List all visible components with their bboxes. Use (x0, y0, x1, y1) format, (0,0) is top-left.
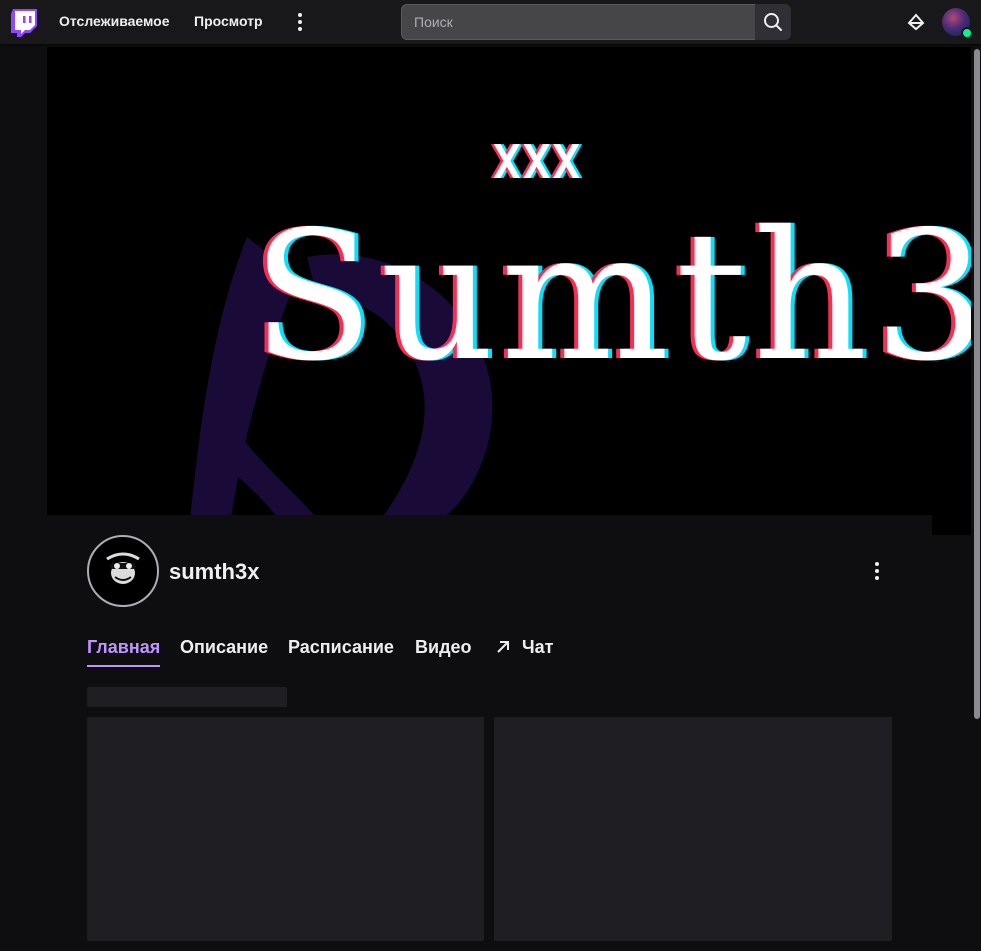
external-arrow-icon[interactable] (496, 640, 510, 654)
active-tab-underline (87, 665, 160, 667)
search-input[interactable] (401, 4, 755, 40)
loading-placeholder-card (87, 717, 484, 941)
prime-crown-icon[interactable] (907, 13, 925, 31)
more-vertical-icon[interactable] (291, 12, 309, 32)
top-navigation: Отслеживаемое Просмотр (0, 0, 981, 44)
banner-big-text: Sumth3x (252, 193, 971, 400)
channel-avatar[interactable] (87, 535, 159, 607)
loading-placeholder-card (494, 717, 892, 941)
tab-about[interactable]: Описание (180, 636, 268, 658)
tab-chat[interactable]: Чат (522, 636, 553, 658)
banner-small-text: XXX (493, 135, 583, 189)
twitch-logo-icon[interactable] (11, 9, 37, 37)
nav-following-link[interactable]: Отслеживаемое (59, 12, 170, 30)
tab-home[interactable]: Главная (87, 636, 160, 658)
search-icon (764, 13, 782, 31)
tab-videos[interactable]: Видео (415, 636, 472, 658)
nav-browse-link[interactable]: Просмотр (194, 12, 263, 30)
loading-placeholder-title (87, 687, 287, 707)
tab-schedule[interactable]: Расписание (288, 636, 394, 658)
channel-avatar-face-icon (106, 552, 140, 584)
channel-banner: XXX Sumth3x (47, 47, 971, 535)
channel-more-options-icon[interactable] (868, 560, 886, 582)
channel-name[interactable]: sumth3x (169, 559, 259, 585)
search-bar (401, 4, 791, 40)
online-status-dot (961, 27, 973, 39)
scrollbar-thumb[interactable] (974, 49, 980, 719)
search-button[interactable] (755, 4, 791, 40)
